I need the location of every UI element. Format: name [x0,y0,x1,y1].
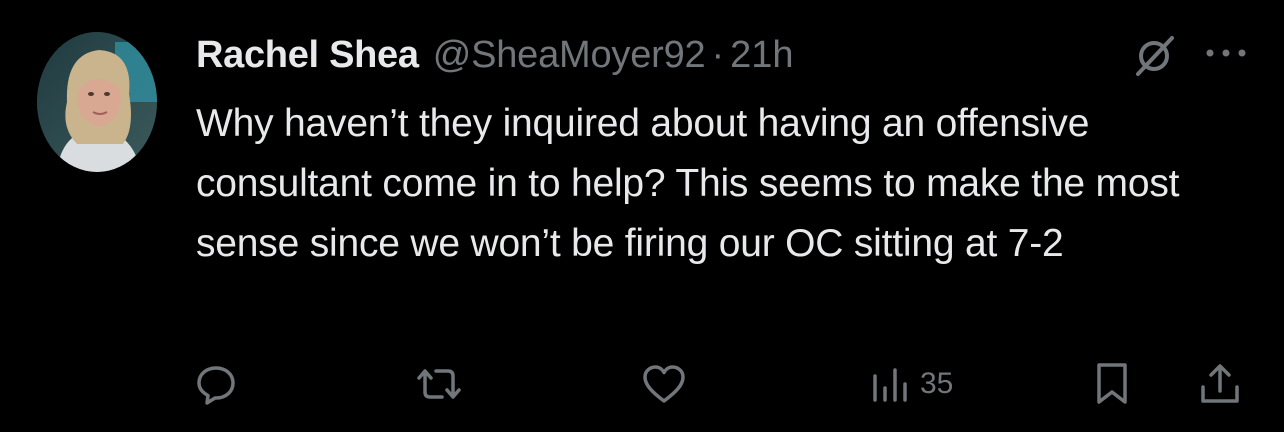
views-icon [870,362,910,406]
separator-dot: · [711,33,725,76]
views-button[interactable]: 35 [870,356,953,412]
reply-icon [194,362,238,406]
more-horizontal-icon[interactable] [1200,38,1252,68]
like-button[interactable] [640,356,688,412]
bookmark-icon [1092,361,1132,407]
tweet[interactable]: Rachel Shea @SheaMoyer92 · 21h Why haven… [0,0,1284,432]
user-handle[interactable]: @SheaMoyer92 [433,34,706,77]
retweet-button[interactable] [414,356,464,412]
share-icon [1198,361,1242,407]
display-name[interactable]: Rachel Shea [196,34,419,77]
retweet-icon [414,362,464,406]
tweet-text: Why haven’t they inquired about having a… [196,102,1180,265]
timestamp[interactable]: 21h [730,34,793,77]
bookmark-button[interactable] [1092,356,1132,412]
avatar[interactable] [37,32,157,172]
reply-button[interactable] [194,356,238,412]
share-button[interactable] [1198,356,1242,412]
grok-icon[interactable] [1132,34,1176,78]
tweet-header: Rachel Shea @SheaMoyer92 · 21h [196,30,794,80]
tweet-actions: 35 [0,356,1284,412]
like-icon [640,362,688,406]
views-count: 35 [920,367,954,400]
